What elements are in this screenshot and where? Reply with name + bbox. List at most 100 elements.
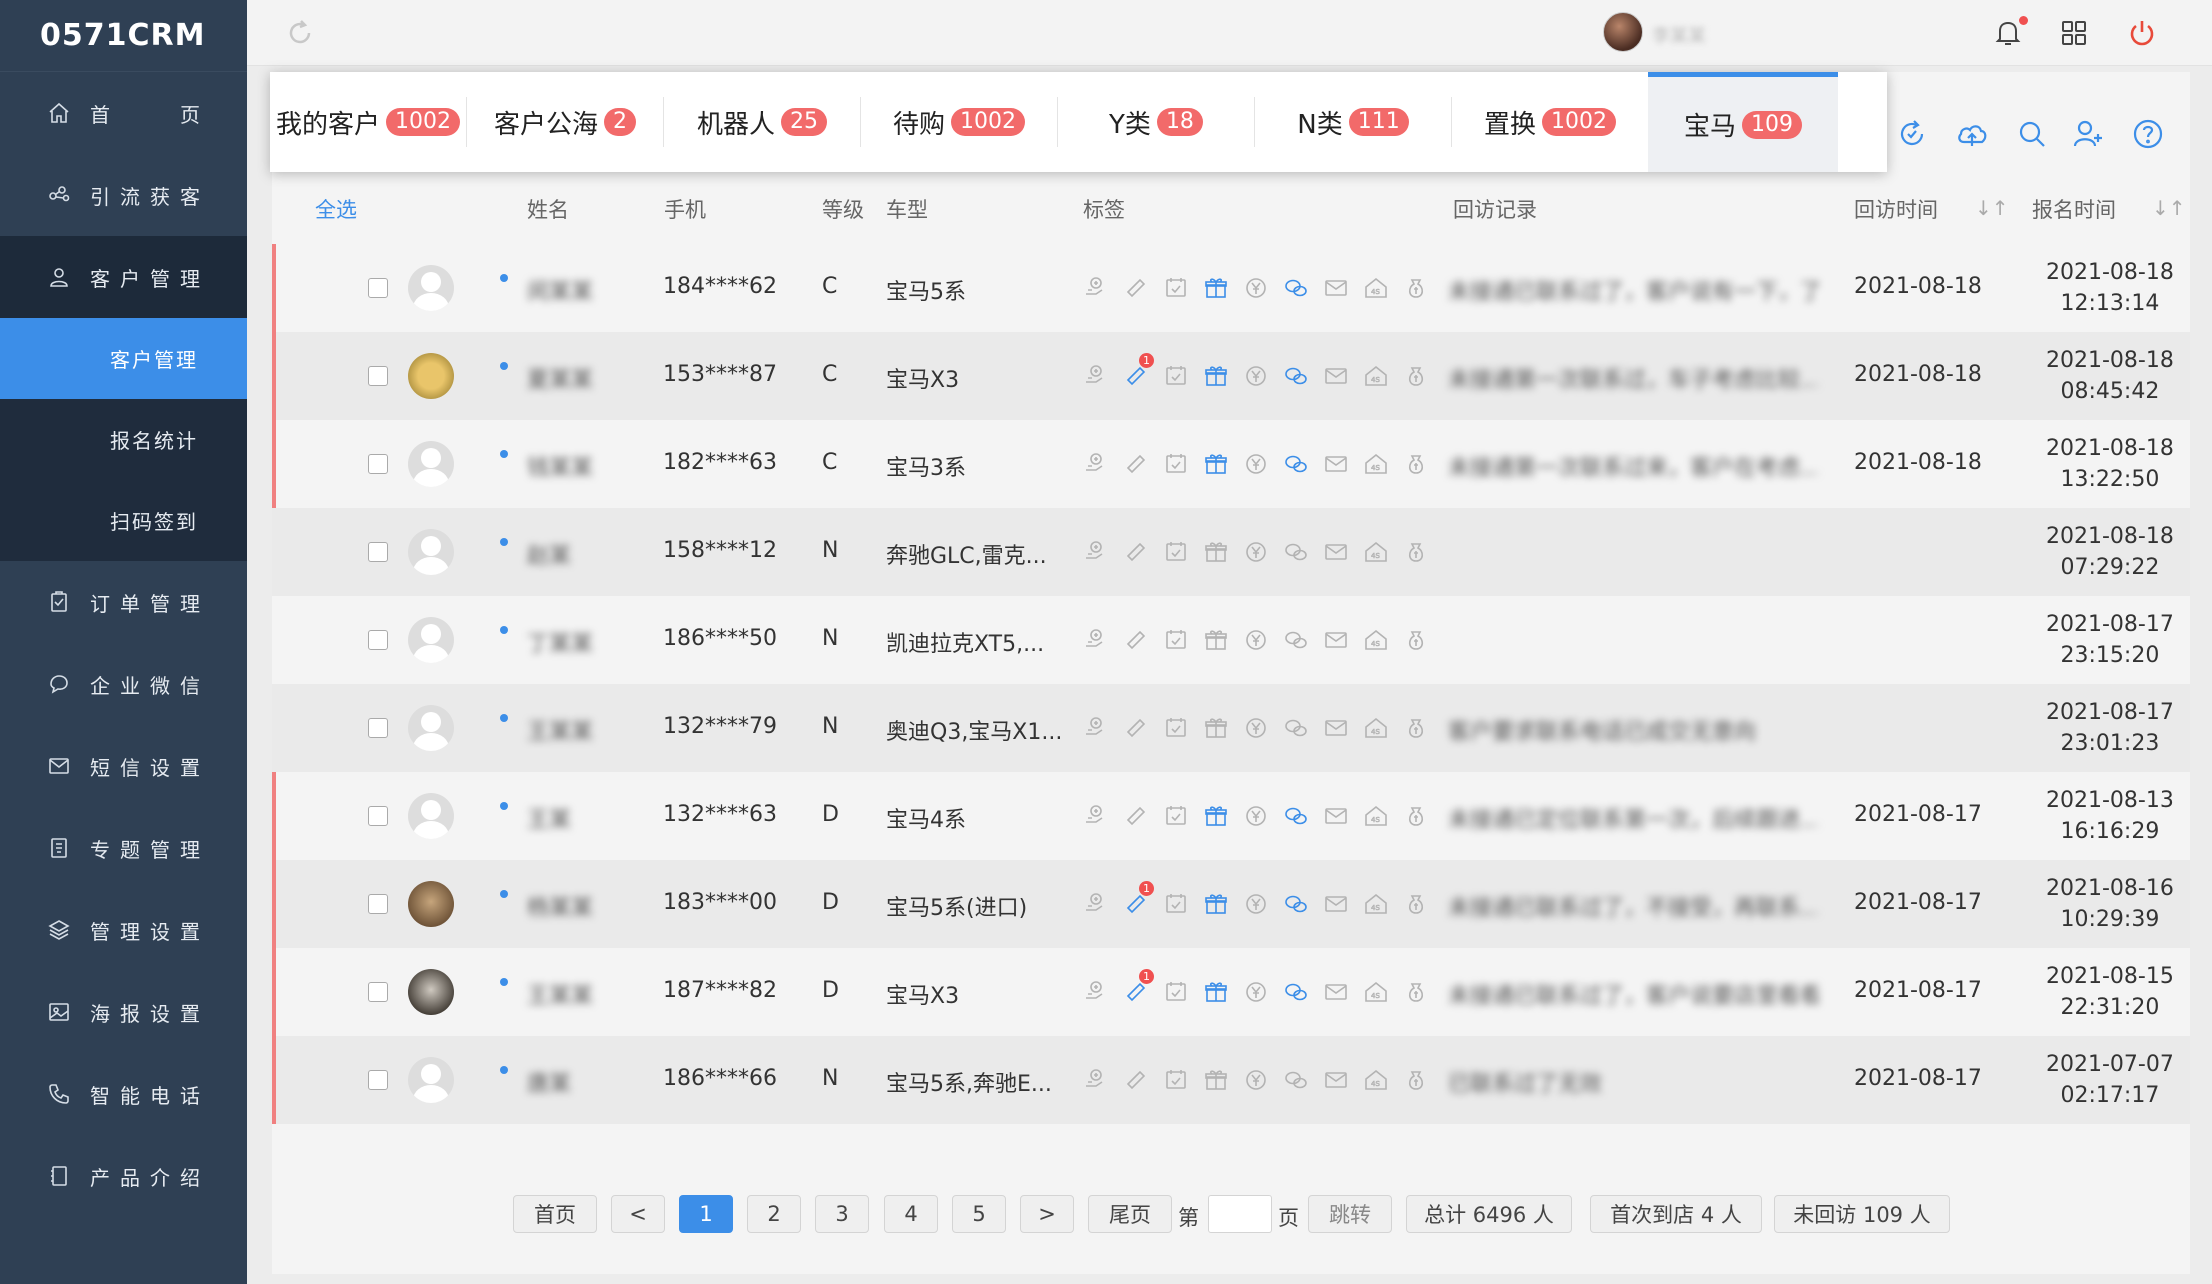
row-checkbox[interactable] [368,542,388,562]
row-checkbox[interactable] [368,982,388,1002]
store-4s-icon[interactable]: 4S [1360,888,1392,920]
first-page-button[interactable]: 首页 [513,1195,597,1233]
gift-icon[interactable] [1200,888,1232,920]
column-header-visit-time[interactable]: 回访时间 [1854,194,1938,224]
store-4s-icon[interactable]: 4S [1360,448,1392,480]
money-bag-icon[interactable] [1400,888,1432,920]
gift-icon[interactable] [1200,272,1232,304]
store-4s-icon[interactable]: 4S [1360,272,1392,304]
customer-name[interactable]: 杨某某 [527,890,593,922]
tab-pending-purchase[interactable]: 待购 1002 [861,72,1057,172]
wechat-icon[interactable] [1280,712,1312,744]
hand-coin-icon[interactable] [1080,272,1112,304]
envelope-icon[interactable] [1320,712,1352,744]
wechat-icon[interactable] [1280,800,1312,832]
page-button[interactable]: 1 [679,1195,733,1233]
gift-icon[interactable] [1200,1064,1232,1096]
sidebar-item-home[interactable]: 首 页 [0,72,247,154]
ticket-icon[interactable] [1120,624,1152,656]
store-4s-icon[interactable]: 4S [1360,624,1392,656]
calendar-check-icon[interactable] [1160,624,1192,656]
hand-coin-icon[interactable] [1080,888,1112,920]
store-4s-icon[interactable]: 4S [1360,712,1392,744]
page-button[interactable]: 4 [884,1195,938,1233]
calendar-check-icon[interactable] [1160,712,1192,744]
envelope-icon[interactable] [1320,624,1352,656]
last-page-button[interactable]: 尾页 [1088,1195,1172,1233]
sidebar-item-customers[interactable]: 客户管理 [0,236,247,318]
calendar-check-icon[interactable] [1160,536,1192,568]
sidebar-item-smart-phone[interactable]: 智能电话 [0,1053,247,1135]
money-bag-icon[interactable] [1400,360,1432,392]
calendar-check-icon[interactable] [1160,448,1192,480]
store-4s-icon[interactable]: 4S [1360,976,1392,1008]
gift-icon[interactable] [1200,712,1232,744]
tab-robot[interactable]: 机器人 25 [664,72,860,172]
ticket-icon[interactable]: 1 [1120,881,1154,920]
envelope-icon[interactable] [1320,536,1352,568]
store-4s-icon[interactable]: 4S [1360,1064,1392,1096]
sidebar-item-traffic[interactable]: 引流获客 [0,154,247,236]
table-row[interactable]: 夏某某 153****87 C 宝马X3 1 4S 未接通第一次联系过，车子考虑比较… 202… [272,332,2190,420]
yuan-coin-icon[interactable] [1240,448,1272,480]
money-bag-icon[interactable] [1400,536,1432,568]
calendar-check-icon[interactable] [1160,272,1192,304]
table-row[interactable]: 赵某 158****12 N 奔驰GLC,雷克... 4S 2021-08-18 07:29… [272,508,2190,596]
customer-name[interactable]: 丁某某 [527,626,593,658]
yuan-coin-icon[interactable] [1240,624,1272,656]
customer-name[interactable]: 王某 [527,802,571,834]
envelope-icon[interactable] [1320,360,1352,392]
customer-name[interactable]: 王某某 [527,978,593,1010]
gift-icon[interactable] [1200,624,1232,656]
money-bag-icon[interactable] [1400,976,1432,1008]
customer-name[interactable]: 闵某某 [527,274,593,306]
sort-icon[interactable]: ↓↑ [2152,196,2186,220]
hand-coin-icon[interactable] [1080,624,1112,656]
hand-coin-icon[interactable] [1080,360,1112,392]
gift-icon[interactable] [1200,536,1232,568]
wechat-icon[interactable] [1280,888,1312,920]
hand-coin-icon[interactable] [1080,448,1112,480]
calendar-check-icon[interactable] [1160,360,1192,392]
power-icon[interactable] [2124,15,2160,51]
tab-trade-in[interactable]: 置换 1002 [1452,72,1648,172]
row-checkbox[interactable] [368,806,388,826]
envelope-icon[interactable] [1320,888,1352,920]
wechat-icon[interactable] [1280,624,1312,656]
wechat-icon[interactable] [1280,976,1312,1008]
sidebar-item-admin-settings[interactable]: 管理设置 [0,889,247,971]
tab-n-class[interactable]: N类 111 [1255,72,1451,172]
ticket-icon[interactable] [1120,448,1152,480]
hand-coin-icon[interactable] [1080,536,1112,568]
table-row[interactable]: 杨某某 183****00 D 宝马5系(进口) 1 4S 未接通已联系过了，不接受，再联系… [272,860,2190,948]
wechat-icon[interactable] [1280,1064,1312,1096]
money-bag-icon[interactable] [1400,712,1432,744]
wechat-icon[interactable] [1280,360,1312,392]
jump-button[interactable]: 跳转 [1308,1195,1392,1233]
wechat-icon[interactable] [1280,448,1312,480]
row-checkbox[interactable] [368,1070,388,1090]
table-row[interactable]: 唐某 186****66 N 宝马5系,奔驰E... 4S 已联系过了无效 2021-08-… [272,1036,2190,1124]
yuan-coin-icon[interactable] [1240,536,1272,568]
column-header-signup-time[interactable]: 报名时间 [2032,194,2116,224]
sidebar-item-wechat-work[interactable]: 企业微信 [0,643,247,725]
sidebar-item-sms-settings[interactable]: 短信设置 [0,725,247,807]
envelope-icon[interactable] [1320,448,1352,480]
envelope-icon[interactable] [1320,976,1352,1008]
money-bag-icon[interactable] [1400,800,1432,832]
table-row[interactable]: 钱某某 182****63 C 宝马3系 4S 未接通第一次联系过来，客户在考虑… 2021… [272,420,2190,508]
table-row[interactable]: 王某 132****63 D 宝马4系 4S 未接通已定位联系第一次，后续跟进… 2021-… [272,772,2190,860]
upload-cloud-icon[interactable] [1952,114,1992,154]
prev-page-button[interactable]: < [611,1195,665,1233]
ticket-icon[interactable] [1120,536,1152,568]
tab-y-class[interactable]: Y类 18 [1058,72,1254,172]
yuan-coin-icon[interactable] [1240,1064,1272,1096]
grid-icon[interactable] [2056,15,2092,51]
yuan-coin-icon[interactable] [1240,800,1272,832]
gift-icon[interactable] [1200,360,1232,392]
sync-icon[interactable] [1892,114,1932,154]
gift-icon[interactable] [1200,448,1232,480]
customer-name[interactable]: 钱某某 [527,450,593,482]
select-all-link[interactable]: 全选 [315,194,357,224]
ticket-icon[interactable]: 1 [1120,969,1154,1008]
